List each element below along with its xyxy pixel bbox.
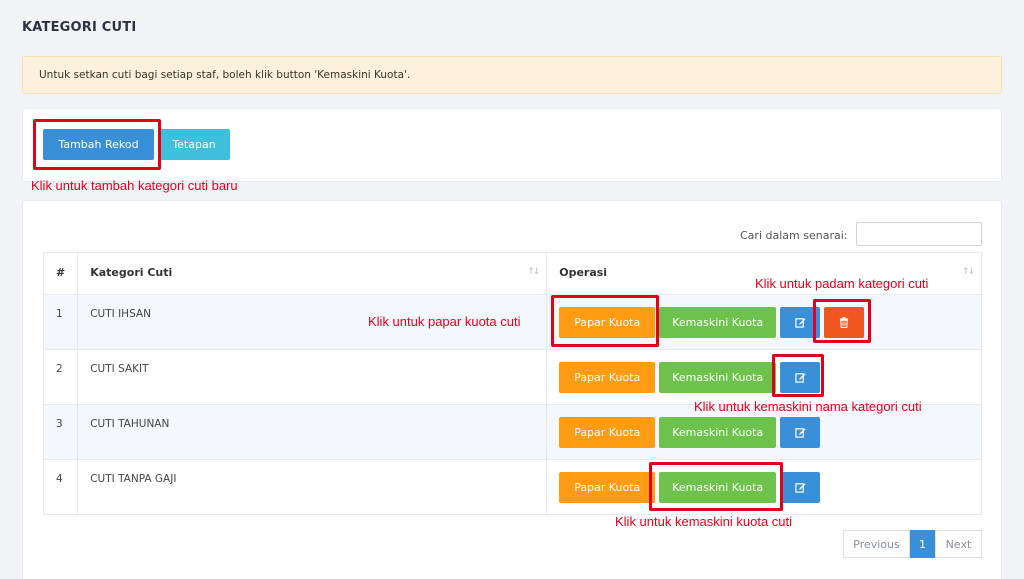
info-alert: Untuk setkan cuti bagi setiap staf, bole… <box>22 56 1002 94</box>
header-operations-label: Operasi <box>559 266 608 279</box>
view-quota-button[interactable]: Papar Kuota <box>559 472 656 503</box>
sort-icon: ↑↓ <box>961 267 975 277</box>
edit-quota-button[interactable]: Kemaskini Kuota <box>659 472 777 503</box>
row-number: 4 <box>42 459 79 515</box>
category-table: # Kategori Cuti ↑↓ Operasi ↑↓ 1 CUTI IHS… <box>42 252 982 515</box>
row-operations: Papar Kuota Kemaskini Kuota <box>546 349 982 405</box>
edit-icon <box>795 373 806 383</box>
pagination-next[interactable]: Next <box>935 530 982 558</box>
edit-icon <box>795 428 806 438</box>
sort-icon: ↑↓ <box>527 267 540 277</box>
row-operations: Papar Kuota Kemaskini Kuota <box>546 294 982 350</box>
row-operations: Papar Kuota Kemaskini Kuota <box>546 459 982 515</box>
delete-button[interactable] <box>824 307 865 338</box>
annot-edit-quota: Klik untuk kemaskini kuota cuti <box>615 514 793 529</box>
edit-button[interactable] <box>780 307 821 338</box>
row-number: 2 <box>42 349 79 405</box>
table-card: Cari dalam senarai: # Kategori Cuti ↑↓ O… <box>22 200 1002 579</box>
edit-button[interactable] <box>780 417 821 448</box>
settings-button[interactable]: Tetapan <box>158 129 230 160</box>
edit-quota-button[interactable]: Kemaskini Kuota <box>659 362 777 393</box>
row-number: 3 <box>42 404 79 460</box>
view-quota-button[interactable]: Papar Kuota <box>559 362 656 393</box>
row-category: CUTI TANPA GAJI <box>77 459 548 515</box>
page-title: KATEGORI CUTI <box>22 20 137 35</box>
trash-icon <box>840 317 849 328</box>
row-category: CUTI SAKIT <box>77 349 548 405</box>
header-num[interactable]: # <box>42 252 79 295</box>
table-row: 2 CUTI SAKIT Papar Kuota Kemaskini Kuota <box>42 349 982 405</box>
annot-edit-name: Klik untuk kemaskini nama kategori cuti <box>694 399 922 414</box>
alert-text: Untuk setkan cuti bagi setiap staf, bole… <box>39 69 411 81</box>
edit-button[interactable] <box>780 362 821 393</box>
annot-add: Klik untuk tambah kategori cuti baru <box>31 178 238 193</box>
edit-quota-button[interactable]: Kemaskini Kuota <box>659 417 777 448</box>
toolbar-card: Tambah Rekod Tetapan <box>22 108 1002 182</box>
annot-delete: Klik untuk padam kategori cuti <box>755 276 929 291</box>
edit-icon <box>795 318 806 328</box>
edit-button[interactable] <box>780 472 821 503</box>
view-quota-button[interactable]: Papar Kuota <box>559 307 656 338</box>
view-quota-button[interactable]: Papar Kuota <box>559 417 656 448</box>
pagination-previous[interactable]: Previous <box>843 530 910 558</box>
header-category[interactable]: Kategori Cuti ↑↓ <box>77 252 548 295</box>
row-number: 1 <box>42 294 79 350</box>
edit-quota-button[interactable]: Kemaskini Kuota <box>659 307 777 338</box>
edit-icon <box>795 483 806 493</box>
table-row: 4 CUTI TANPA GAJI Papar Kuota Kemaskini … <box>42 459 982 515</box>
add-record-button[interactable]: Tambah Rekod <box>43 129 154 160</box>
annot-view: Klik untuk papar kuota cuti <box>368 314 521 329</box>
header-category-label: Kategori Cuti <box>90 266 173 279</box>
pagination-page-1[interactable]: 1 <box>910 530 935 558</box>
row-category: CUTI TAHUNAN <box>77 404 548 460</box>
search-label: Cari dalam senarai: <box>740 229 848 242</box>
search-input[interactable] <box>856 222 982 246</box>
